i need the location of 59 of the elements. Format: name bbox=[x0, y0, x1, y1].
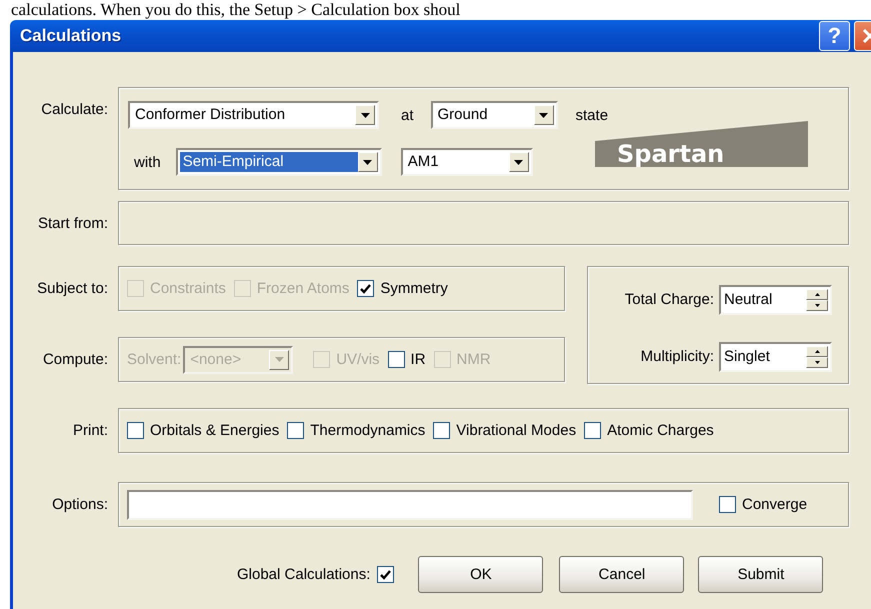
field-label: state bbox=[576, 106, 608, 124]
checkbox[interactable] bbox=[388, 351, 405, 368]
field-label: Total Charge: bbox=[624, 291, 714, 308]
dropdown-button[interactable] bbox=[508, 152, 529, 172]
checkbox[interactable] bbox=[377, 566, 394, 583]
document-text: calculations. When you do this, the Setup > Calculation box shoul bbox=[10, 0, 462, 19]
checkbox[interactable] bbox=[433, 422, 450, 439]
ok-button[interactable]: OK bbox=[418, 556, 544, 593]
checkbox-label: Converge bbox=[742, 496, 808, 513]
field-label: Multiplicity: bbox=[640, 348, 714, 365]
dropdown[interactable]: Ground bbox=[430, 101, 558, 129]
dropdown-button[interactable] bbox=[534, 105, 554, 125]
cancel-button[interactable]: Cancel bbox=[559, 556, 684, 593]
caret-icon bbox=[363, 160, 372, 164]
checkbox[interactable] bbox=[287, 422, 304, 439]
checkbox-label: IR bbox=[410, 351, 426, 368]
checkbox-label: Atomic Charges bbox=[607, 422, 714, 439]
checkbox[interactable] bbox=[584, 422, 602, 439]
submit-button[interactable]: Submit bbox=[698, 556, 824, 593]
checkbox-label: Frozen Atoms bbox=[256, 280, 350, 297]
down-arrow-icon bbox=[814, 304, 820, 306]
field-label: Print: bbox=[72, 422, 109, 439]
caret-icon bbox=[360, 112, 370, 118]
dropdown-button[interactable] bbox=[358, 152, 378, 172]
dropdown[interactable]: Semi-Empirical bbox=[176, 148, 382, 176]
checkbox-label: UV/vis bbox=[336, 351, 380, 368]
up-arrow-icon bbox=[814, 350, 820, 352]
window-title: Calculations bbox=[20, 26, 122, 46]
checkbox-label: Thermodynamics bbox=[310, 422, 426, 439]
help-button[interactable]: ? bbox=[819, 21, 850, 51]
field-label: at bbox=[401, 106, 414, 124]
field-label: Options: bbox=[51, 496, 109, 513]
checkbox-label: Constraints bbox=[150, 280, 226, 297]
field-label: Calculate: bbox=[40, 101, 109, 118]
spin-field[interactable]: Neutral bbox=[719, 284, 832, 314]
field-label: Subject to: bbox=[36, 280, 109, 297]
field-label: Compute: bbox=[42, 351, 109, 368]
down-arrow-icon bbox=[814, 360, 820, 364]
field-label: Solvent: bbox=[127, 351, 182, 368]
caret-icon bbox=[514, 160, 524, 164]
checkbox[interactable] bbox=[719, 496, 736, 513]
dropdown[interactable]: Conformer Distribution bbox=[128, 101, 379, 129]
checkbox-label: Vibrational Modes bbox=[456, 422, 576, 439]
checkbox[interactable] bbox=[127, 422, 144, 439]
logo: Spartan bbox=[594, 121, 809, 167]
field-label: with bbox=[134, 154, 161, 170]
field-label: Start from: bbox=[36, 214, 109, 232]
spin-field[interactable]: Singlet bbox=[719, 342, 832, 372]
caret-icon bbox=[539, 112, 548, 118]
checkbox-label: Symmetry bbox=[380, 280, 448, 297]
checkbox[interactable] bbox=[357, 280, 374, 297]
caret-icon bbox=[274, 357, 284, 362]
checkbox-label: Orbitals & Energies bbox=[150, 422, 280, 439]
dropdown[interactable]: AM1 bbox=[400, 148, 533, 176]
up-arrow-icon bbox=[814, 292, 820, 296]
field-label: Global Calculations: bbox=[237, 566, 370, 583]
checkbox-label: NMR bbox=[456, 351, 491, 368]
dropdown-button[interactable] bbox=[355, 105, 375, 125]
options-input[interactable] bbox=[127, 490, 693, 520]
